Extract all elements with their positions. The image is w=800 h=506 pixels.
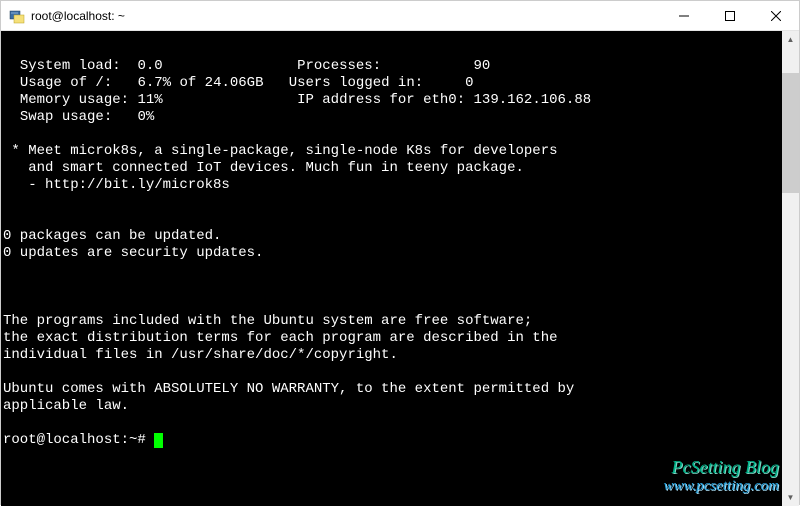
window-titlebar: root@localhost: ~ [1, 1, 799, 31]
scroll-up-arrow[interactable]: ▲ [782, 31, 799, 48]
shell-prompt: root@localhost:~# [3, 432, 154, 448]
scroll-thumb[interactable] [782, 73, 799, 193]
putty-icon [9, 8, 25, 24]
window-controls [661, 1, 799, 30]
terminal-cursor [154, 433, 163, 448]
maximize-button[interactable] [707, 1, 753, 30]
vertical-scrollbar[interactable]: ▲ ▼ [782, 31, 799, 506]
minimize-button[interactable] [661, 1, 707, 30]
static-text: System load: 0.0 Processes: 90 Usage of … [3, 58, 591, 448]
close-button[interactable] [753, 1, 799, 30]
scroll-down-arrow[interactable]: ▼ [782, 489, 799, 506]
terminal-output[interactable]: System load: 0.0 Processes: 90 Usage of … [1, 31, 782, 506]
window-title: root@localhost: ~ [31, 9, 125, 23]
